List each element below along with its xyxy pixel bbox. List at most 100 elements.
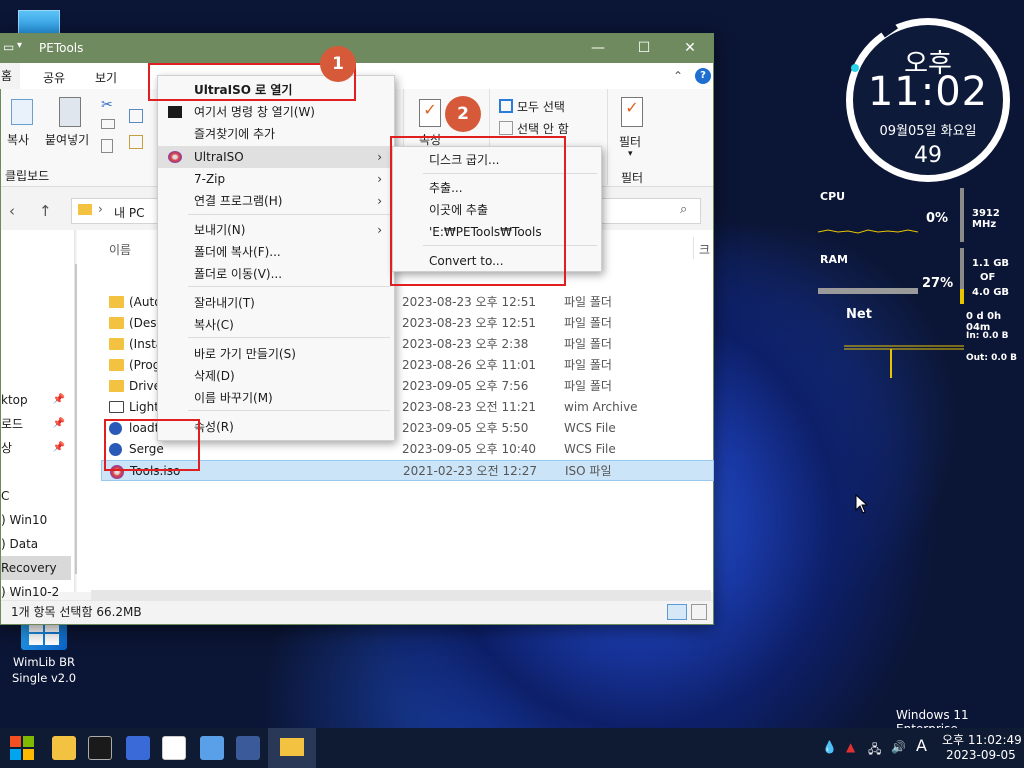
taskbar-apps-icon[interactable] — [162, 736, 186, 760]
context-menu-label: UltraISO — [194, 150, 244, 164]
file-type: WCS File — [564, 442, 616, 456]
context-menu-label: 즐겨찾기에 추가 — [194, 127, 276, 141]
nav-item-recovery[interactable]: Recovery — [1, 556, 71, 580]
context-menu-item[interactable]: 즐겨찾기에 추가 — [158, 123, 394, 145]
taskbar-terminal-icon[interactable] — [88, 736, 112, 760]
ram-total: 4.0 GB — [972, 287, 1010, 298]
tray-date[interactable]: 2023-09-05 — [946, 748, 1016, 762]
context-menu-item[interactable]: 잘라내기(T) — [158, 292, 394, 314]
context-menu-item[interactable]: 삭제(D) — [158, 365, 394, 387]
column-header-name[interactable]: 이름 — [109, 241, 131, 258]
context-menu-item[interactable]: UltraISO › — [158, 146, 394, 168]
large-icons-view-icon[interactable] — [691, 604, 707, 620]
file-type: wim Archive — [564, 400, 638, 414]
nav-item-downloads[interactable]: 로드 📌 — [1, 412, 71, 436]
back-arrow-icon[interactable]: ‹ — [9, 202, 15, 220]
cpu-label: CPU — [820, 190, 846, 203]
nav-item-desktop[interactable]: ktop 📌 — [1, 388, 71, 412]
filter-group-label: 필터 — [621, 171, 644, 185]
context-menu-item[interactable]: 바로 가기 만들기(S) — [158, 343, 394, 365]
quick-access-dropdown-icon[interactable]: ▾ — [17, 40, 22, 51]
network-icon[interactable]: 🖧 — [868, 740, 881, 761]
select-none-button[interactable]: 선택 안 함 — [517, 120, 569, 137]
paste-button[interactable]: 붙여넣기 — [45, 131, 89, 148]
context-menu-item[interactable]: 복사(C) — [158, 314, 394, 336]
tray-time[interactable]: 오후 11:02:49 — [942, 731, 1022, 748]
context-menu-item[interactable]: 이름 바꾸기(M) — [158, 387, 394, 409]
taskbar-notepad-icon[interactable] — [126, 736, 150, 760]
cmd-icon — [168, 106, 182, 118]
select-all-button[interactable]: 모두 선택 — [517, 98, 565, 115]
select-none-icon — [499, 121, 513, 135]
cpu-bar — [960, 188, 964, 242]
clock-gauge: 오후 11:02 09월05일 화요일 49 — [846, 18, 1010, 182]
context-menu-label: 이름 바꾸기(M) — [194, 391, 273, 405]
context-menu-item[interactable]: 연결 프로그램(H) › — [158, 190, 394, 212]
column-header-size[interactable]: 크 — [699, 241, 710, 258]
start-button[interactable] — [10, 736, 34, 760]
up-arrow-icon[interactable]: ↑ — [39, 202, 52, 220]
file-type: 파일 폴더 — [564, 379, 612, 393]
copy-to-icon[interactable] — [129, 135, 143, 149]
move-to-icon[interactable] — [129, 109, 143, 123]
context-menu-label: 여기서 명령 창 열기(W) — [194, 105, 315, 119]
minimize-button[interactable]: — — [575, 34, 621, 63]
context-menu-item[interactable]: 보내기(N) › — [158, 219, 394, 241]
details-view-icon[interactable] — [667, 604, 687, 620]
paste-shortcut-icon[interactable] — [101, 139, 113, 153]
folder-icon — [78, 204, 92, 215]
help-icon[interactable]: ? — [695, 68, 711, 84]
context-menu-item[interactable]: 폴더로 이동(V)... — [158, 263, 394, 285]
tray-drop-icon[interactable]: 💧 — [822, 740, 837, 754]
folder-icon — [109, 317, 124, 329]
net-graph — [844, 345, 964, 378]
ribbon-collapse-icon[interactable]: ⌃ — [673, 69, 683, 83]
nav-item-this-pc[interactable]: C — [1, 484, 71, 508]
nav-item-data[interactable]: ) Data — [1, 532, 71, 556]
highlight-submenu — [390, 136, 566, 286]
copy-button[interactable]: 복사 — [7, 131, 29, 148]
horizontal-scrollbar[interactable] — [91, 590, 711, 600]
taskbar-explorer-icon[interactable] — [52, 736, 76, 760]
mouse-cursor-icon — [855, 494, 867, 514]
close-button[interactable]: ✕ — [667, 34, 713, 63]
net-label: Net — [846, 307, 872, 322]
context-menu: UltraISO 로 열기 여기서 명령 창 열기(W) 즐겨찾기에 추가 Ultra… — [157, 75, 395, 441]
search-icon[interactable]: ⌕ — [680, 202, 687, 217]
context-menu-item[interactable]: 7-Zip › — [158, 168, 394, 190]
taskbar-remote-icon[interactable] — [236, 736, 260, 760]
file-date: 2023-08-23 오후 12:51 — [402, 316, 537, 330]
desktop-icon-label-1: WimLib BR — [13, 655, 75, 669]
breadcrumb-this-pc[interactable]: 내 PC — [114, 204, 144, 221]
filter-button[interactable]: 필터 — [619, 133, 641, 150]
nav-item-win10[interactable]: ) Win10 — [1, 508, 71, 532]
select-all-icon — [499, 99, 513, 113]
context-menu-label: 삭제(D) — [194, 369, 235, 383]
context-menu-item[interactable]: 폴더에 복사(F)... — [158, 241, 394, 263]
copy-icon — [11, 99, 33, 125]
ime-indicator[interactable]: A — [916, 736, 927, 755]
context-menu-item[interactable]: 여기서 명령 창 열기(W) — [158, 101, 394, 123]
maximize-button[interactable]: ☐ — [621, 34, 667, 63]
tab-view[interactable]: 보기 — [95, 69, 117, 86]
copy-path-icon[interactable] — [101, 119, 115, 129]
context-menu-label: 연결 프로그램(H) — [194, 194, 283, 208]
context-menu-label: 잘라내기(T) — [194, 296, 255, 310]
file-name: Light — [129, 400, 159, 414]
chevron-right-icon: › — [377, 172, 382, 186]
menu-separator — [188, 214, 390, 215]
title-bar[interactable]: ▭ ▾ PETools — ☐ ✕ — [1, 34, 713, 63]
volume-icon[interactable]: 🔊 — [891, 740, 906, 754]
nav-item-pictures[interactable]: 상 📌 — [1, 436, 71, 460]
tab-home[interactable]: 홈 — [0, 63, 21, 89]
ultraiso-icon — [168, 151, 182, 163]
clock-date: 09월05일 화요일 — [879, 124, 977, 139]
filter-icon: ✓ — [621, 97, 643, 127]
cut-icon[interactable]: ✂ — [101, 97, 113, 113]
filter-dropdown-icon[interactable]: ▾ — [628, 149, 633, 159]
tray-app-icon[interactable]: ▲ — [846, 740, 855, 754]
paste-icon — [59, 97, 81, 127]
taskbar-explorer-active[interactable] — [268, 728, 316, 768]
tab-share[interactable]: 공유 — [43, 69, 65, 86]
taskbar-store-icon[interactable] — [200, 736, 224, 760]
